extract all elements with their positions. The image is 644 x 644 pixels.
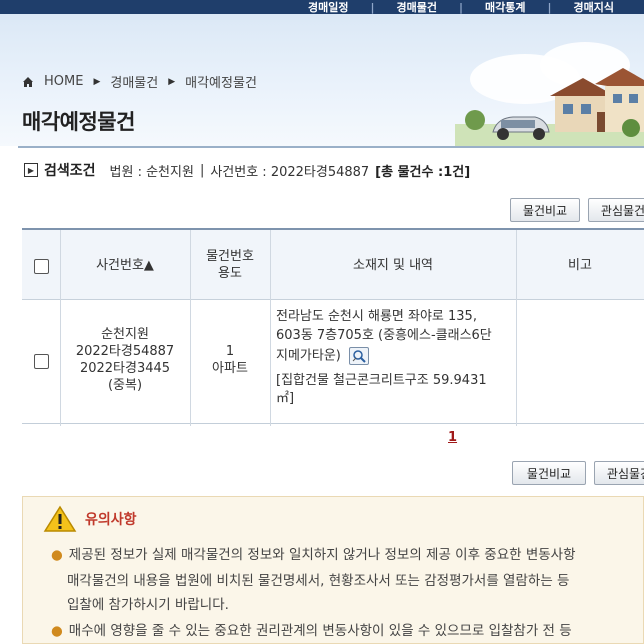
- notice-line-4: ● 매수에 영향을 줄 수 있는 중요한 권리관계의 변동사항이 있을 수 있으므…: [51, 623, 572, 639]
- building-detail-line-1: [집합건물 철근콘크리트구조 59.9431: [276, 373, 487, 388]
- header-banner: HOME ▶ 경매물건 ▶ 매각예정물건 매각예정물건: [0, 14, 644, 146]
- search-condition: ▶ 검색조건 법원 : 순천지원 | 사건번호 : 2022타경54887 [총…: [24, 160, 470, 180]
- address-line-2[interactable]: 603동 7층705호 (중흥에스-클래스6단: [276, 327, 492, 344]
- page-number-1[interactable]: 1: [448, 430, 457, 445]
- nav-item-statistics[interactable]: 매각통계: [469, 0, 541, 14]
- interest-button-bottom[interactable]: 관심물건: [594, 461, 644, 485]
- notice-line-3: 입찰에 참가하시기 바랍니다.: [67, 597, 229, 613]
- address-complex-name[interactable]: 지메가타운): [276, 349, 341, 364]
- notice-line-2: 매각물건의 내용을 법원에 비치된 물건명세서, 현황조사서 또는 감정평가서를…: [67, 573, 570, 589]
- item-number: 1: [225, 344, 235, 359]
- top-navigation: 경매일정 | 경매물건 | 매각통계 | 경매지식: [0, 0, 644, 14]
- header-location: 소재지 및 내역: [352, 258, 434, 273]
- map-search-icon[interactable]: [349, 347, 370, 365]
- nav-item-schedule[interactable]: 경매일정: [292, 0, 364, 14]
- case-number-filter: 사건번호 : 2022타경54887: [210, 164, 370, 180]
- table-header: 사건번호▲ 물건번호 용도 소재지 및 내역 비고: [22, 230, 644, 300]
- arrow-right-icon: ▶: [24, 163, 38, 177]
- breadcrumb-home[interactable]: HOME: [44, 74, 83, 89]
- bullet-icon: ●: [51, 623, 63, 639]
- building-detail-line-2: ㎡]: [276, 391, 295, 406]
- total-count: [총 물건수 :1건]: [375, 164, 471, 180]
- title-divider: [18, 146, 644, 148]
- nav-item-auction-items[interactable]: 경매물건: [380, 0, 452, 14]
- compare-button-top[interactable]: 물건비교: [510, 198, 580, 222]
- page-title: 매각예정물건: [22, 110, 135, 134]
- home-icon[interactable]: [22, 76, 34, 88]
- notice-box: 유의사항 ● 제공된 정보가 실제 매각물건의 정보와 일치하지 않거나 정보의 …: [22, 496, 644, 644]
- duplicate-marker: (중복): [107, 378, 143, 393]
- header-case-number[interactable]: 사건번호▲: [60, 257, 190, 274]
- results-table: 사건번호▲ 물건번호 용도 소재지 및 내역 비고 순천지원 2022타경548…: [22, 228, 644, 426]
- address-line-3: 지메가타운): [276, 347, 370, 365]
- court-name: 순천지원: [101, 327, 149, 342]
- nav-item-knowledge[interactable]: 경매지식: [558, 0, 630, 14]
- court-filter: 법원 : 순천지원: [109, 164, 194, 180]
- chevron-right-icon: ▶: [168, 76, 176, 87]
- breadcrumb: HOME ▶ 경매물건 ▶ 매각예정물건: [22, 72, 257, 91]
- header-item-number: 물건번호: [206, 249, 254, 264]
- address-line-1[interactable]: 전라남도 순천시 해룡면 좌야로 135,: [276, 308, 477, 325]
- search-condition-label: 검색조건: [44, 163, 96, 179]
- warning-icon: [43, 505, 77, 532]
- breadcrumb-auction-items[interactable]: 경매물건: [110, 72, 158, 91]
- compare-button-bottom[interactable]: 물건비교: [512, 461, 586, 485]
- header-usage: 용도: [218, 266, 242, 281]
- interest-button-top[interactable]: 관심물건: [588, 198, 644, 222]
- select-all-checkbox[interactable]: [34, 259, 49, 274]
- chevron-right-icon: ▶: [93, 76, 101, 87]
- notice-header: 유의사항: [43, 505, 137, 533]
- notice-title: 유의사항: [85, 512, 137, 528]
- case-number[interactable]: 2022타경54887: [60, 343, 190, 360]
- house-illustration: [455, 68, 644, 146]
- breadcrumb-current: 매각예정물건: [185, 76, 257, 91]
- bullet-icon: ●: [51, 547, 63, 563]
- case-number-secondary: 2022타경3445: [79, 361, 171, 376]
- header-note: 비고: [568, 258, 592, 273]
- filter-divider: |: [199, 162, 205, 178]
- row-checkbox[interactable]: [34, 354, 49, 369]
- notice-line-1: ● 제공된 정보가 실제 매각물건의 정보와 일치하지 않거나 정보의 제공 이후…: [51, 547, 576, 563]
- usage-value: 아파트: [212, 361, 248, 376]
